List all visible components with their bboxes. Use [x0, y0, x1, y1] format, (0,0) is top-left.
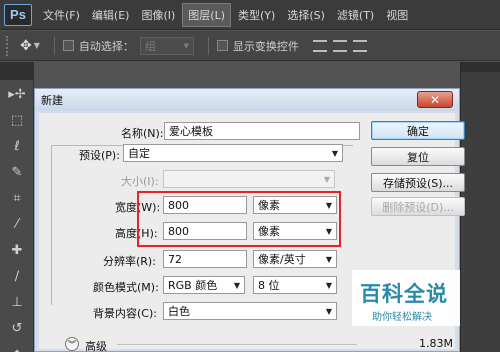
name-label: 名称(N): — [121, 127, 164, 140]
panel-dock-header[interactable] — [461, 62, 500, 72]
size-dropdown: ▼ — [163, 170, 335, 188]
resolution-label: 分辨率(R): — [103, 255, 156, 268]
chevron-down-icon: ▼ — [325, 280, 332, 290]
align-top-icon[interactable] — [312, 39, 327, 52]
menu-type[interactable]: 类型(Y) — [233, 4, 280, 26]
image-size-value: 1.83M — [419, 337, 453, 350]
auto-select-value: 组 — [144, 39, 156, 53]
crop-icon[interactable]: ⌗ — [3, 186, 31, 210]
auto-select-label: 自动选择： — [78, 39, 134, 53]
panel-dock — [460, 62, 500, 352]
background-value: 白色 — [168, 305, 190, 318]
name-input[interactable]: 爱心模板 — [164, 122, 360, 140]
ok-button[interactable]: 确定 — [371, 121, 465, 140]
auto-select-dropdown[interactable]: 组 ▼ — [139, 36, 194, 55]
marquee-icon[interactable]: ⬚ — [3, 108, 31, 132]
stamp-icon[interactable]: ⊥ — [3, 290, 31, 314]
color-mode-dropdown[interactable]: RGB 颜色 ▼ — [163, 276, 245, 294]
lasso-icon[interactable]: ℓ — [3, 134, 31, 158]
watermark: 百科全说 助你轻松解决 — [352, 270, 460, 326]
background-dropdown[interactable]: 白色 ▼ — [163, 302, 337, 320]
menu-file[interactable]: 文件(F) — [38, 4, 85, 26]
move-icon[interactable]: ▸✢ — [3, 82, 31, 106]
align-middle-icon[interactable] — [332, 39, 347, 52]
menu-view[interactable]: 视图 — [381, 4, 413, 26]
healing-icon[interactable]: ✚ — [3, 238, 31, 262]
chevron-down-icon: ▼ — [325, 306, 332, 316]
highlight-box — [137, 191, 341, 247]
chevron-down-icon: ▼ — [323, 174, 330, 184]
reset-button[interactable]: 复位 — [371, 147, 465, 166]
resolution-unit-dropdown[interactable]: 像素/英寸 ▼ — [253, 250, 337, 268]
align-buttons — [312, 39, 367, 52]
options-grip[interactable] — [6, 35, 10, 56]
chevron-down-icon: ▼ — [325, 254, 332, 264]
preset-value: 自定 — [128, 147, 150, 160]
menu-layer[interactable]: 图层(L) — [182, 2, 232, 27]
color-mode-label: 颜色模式(M): — [93, 281, 159, 294]
preset-dropdown[interactable]: 自定 ▼ — [123, 144, 343, 162]
move-tool-icon[interactable]: ✥ — [20, 38, 32, 54]
chevron-down-icon: ▼ — [331, 148, 338, 158]
menu-filter[interactable]: 滤镜(T) — [332, 4, 379, 26]
eyedropper-icon[interactable]: ⁄ — [3, 212, 31, 236]
chevron-down-icon: ▼ — [233, 280, 240, 290]
show-transform-checkbox[interactable] — [216, 40, 228, 51]
advanced-toggle-icon[interactable]: ︾ — [65, 337, 79, 351]
eraser-icon[interactable]: ◆ — [3, 342, 31, 352]
color-mode-value: RGB 颜色 — [168, 279, 218, 292]
tools-panel-header[interactable] — [0, 62, 33, 80]
brush-icon[interactable]: ∕ — [3, 264, 31, 288]
quick-select-icon[interactable]: ✎ — [3, 160, 31, 184]
resolution-input[interactable]: 72 — [163, 250, 247, 268]
tools-panel: ▸✢ ⬚ ℓ ✎ ⌗ ⁄ ✚ ∕ ⊥ ↺ ◆ — [0, 62, 34, 352]
chevron-down-icon: ▼ — [183, 41, 189, 50]
history-brush-icon[interactable]: ↺ — [3, 316, 31, 340]
background-label: 背景内容(C): — [93, 307, 157, 320]
align-bottom-icon[interactable] — [352, 39, 367, 52]
photoshop-logo: Ps — [4, 3, 32, 26]
menu-select[interactable]: 选择(S) — [282, 4, 330, 26]
bit-depth-value: 8 位 — [258, 279, 280, 292]
menu-image[interactable]: 图像(I) — [136, 4, 180, 26]
auto-select-checkbox[interactable] — [62, 40, 74, 51]
chevron-down-icon[interactable]: ▼ — [34, 41, 40, 50]
advanced-label[interactable]: 高级 — [85, 338, 107, 352]
bit-depth-dropdown[interactable]: 8 位 ▼ — [253, 276, 337, 294]
size-label: 大小(I): — [121, 175, 159, 188]
close-icon: ✕ — [429, 92, 441, 107]
menu-bar: Ps 文件(F) 编辑(E) 图像(I) 图层(L) 类型(Y) 选择(S) 滤… — [0, 0, 500, 30]
dialog-title-bar[interactable]: 新建 — [35, 89, 459, 111]
watermark-main-text: 百科全说 — [360, 282, 448, 306]
menu-edit[interactable]: 编辑(E) — [87, 4, 135, 26]
dialog-title: 新建 — [41, 94, 63, 107]
watermark-sub-text: 助你轻松解决 — [372, 312, 432, 323]
divider — [53, 36, 55, 55]
resolution-unit: 像素/英寸 — [258, 253, 306, 266]
close-button[interactable]: ✕ — [417, 91, 453, 108]
divider — [117, 344, 357, 345]
divider — [207, 36, 209, 55]
preset-label: 预设(P): — [79, 149, 120, 162]
options-bar: ✥ ▼ 自动选择： 组 ▼ 显示变换控件 — [0, 31, 500, 61]
show-transform-label: 显示变换控件 — [232, 39, 299, 53]
save-preset-button[interactable]: 存储预设(S)... — [371, 173, 465, 192]
delete-preset-button: 删除预设(D)... — [371, 197, 465, 216]
